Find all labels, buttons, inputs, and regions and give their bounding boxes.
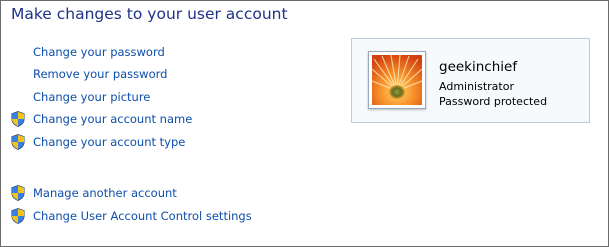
account-card: geekinchief Administrator Password prote… <box>351 38 590 123</box>
manage-another-account-label[interactable]: Manage another account <box>33 186 177 200</box>
user-avatar <box>368 51 426 109</box>
change-password-label[interactable]: Change your password <box>33 45 165 59</box>
change-account-name-link[interactable]: Change your account name <box>11 110 192 128</box>
uac-shield-icon <box>11 110 33 128</box>
account-username: geekinchief <box>439 59 518 75</box>
account-role: Administrator <box>439 80 514 93</box>
uac-shield-icon <box>11 133 33 151</box>
change-password-link[interactable]: Change your password <box>11 43 165 61</box>
change-account-type-label[interactable]: Change your account type <box>33 135 185 149</box>
remove-password-label[interactable]: Remove your password <box>33 67 167 81</box>
page-title: Make changes to your user account <box>11 5 288 23</box>
change-picture-link[interactable]: Change your picture <box>11 88 150 106</box>
remove-password-link[interactable]: Remove your password <box>11 65 167 83</box>
change-account-name-label[interactable]: Change your account name <box>33 112 192 126</box>
change-picture-label[interactable]: Change your picture <box>33 90 150 104</box>
change-uac-settings-link[interactable]: Change User Account Control settings <box>11 207 252 225</box>
control-panel-window: Make changes to your user account Change… <box>0 0 609 247</box>
change-uac-settings-label[interactable]: Change User Account Control settings <box>33 209 252 223</box>
uac-shield-icon <box>11 184 33 202</box>
change-account-type-link[interactable]: Change your account type <box>11 133 185 151</box>
manage-another-account-link[interactable]: Manage another account <box>11 184 177 202</box>
account-status: Password protected <box>439 95 548 108</box>
uac-shield-icon <box>11 207 33 225</box>
orange-flower-picture <box>372 55 422 105</box>
